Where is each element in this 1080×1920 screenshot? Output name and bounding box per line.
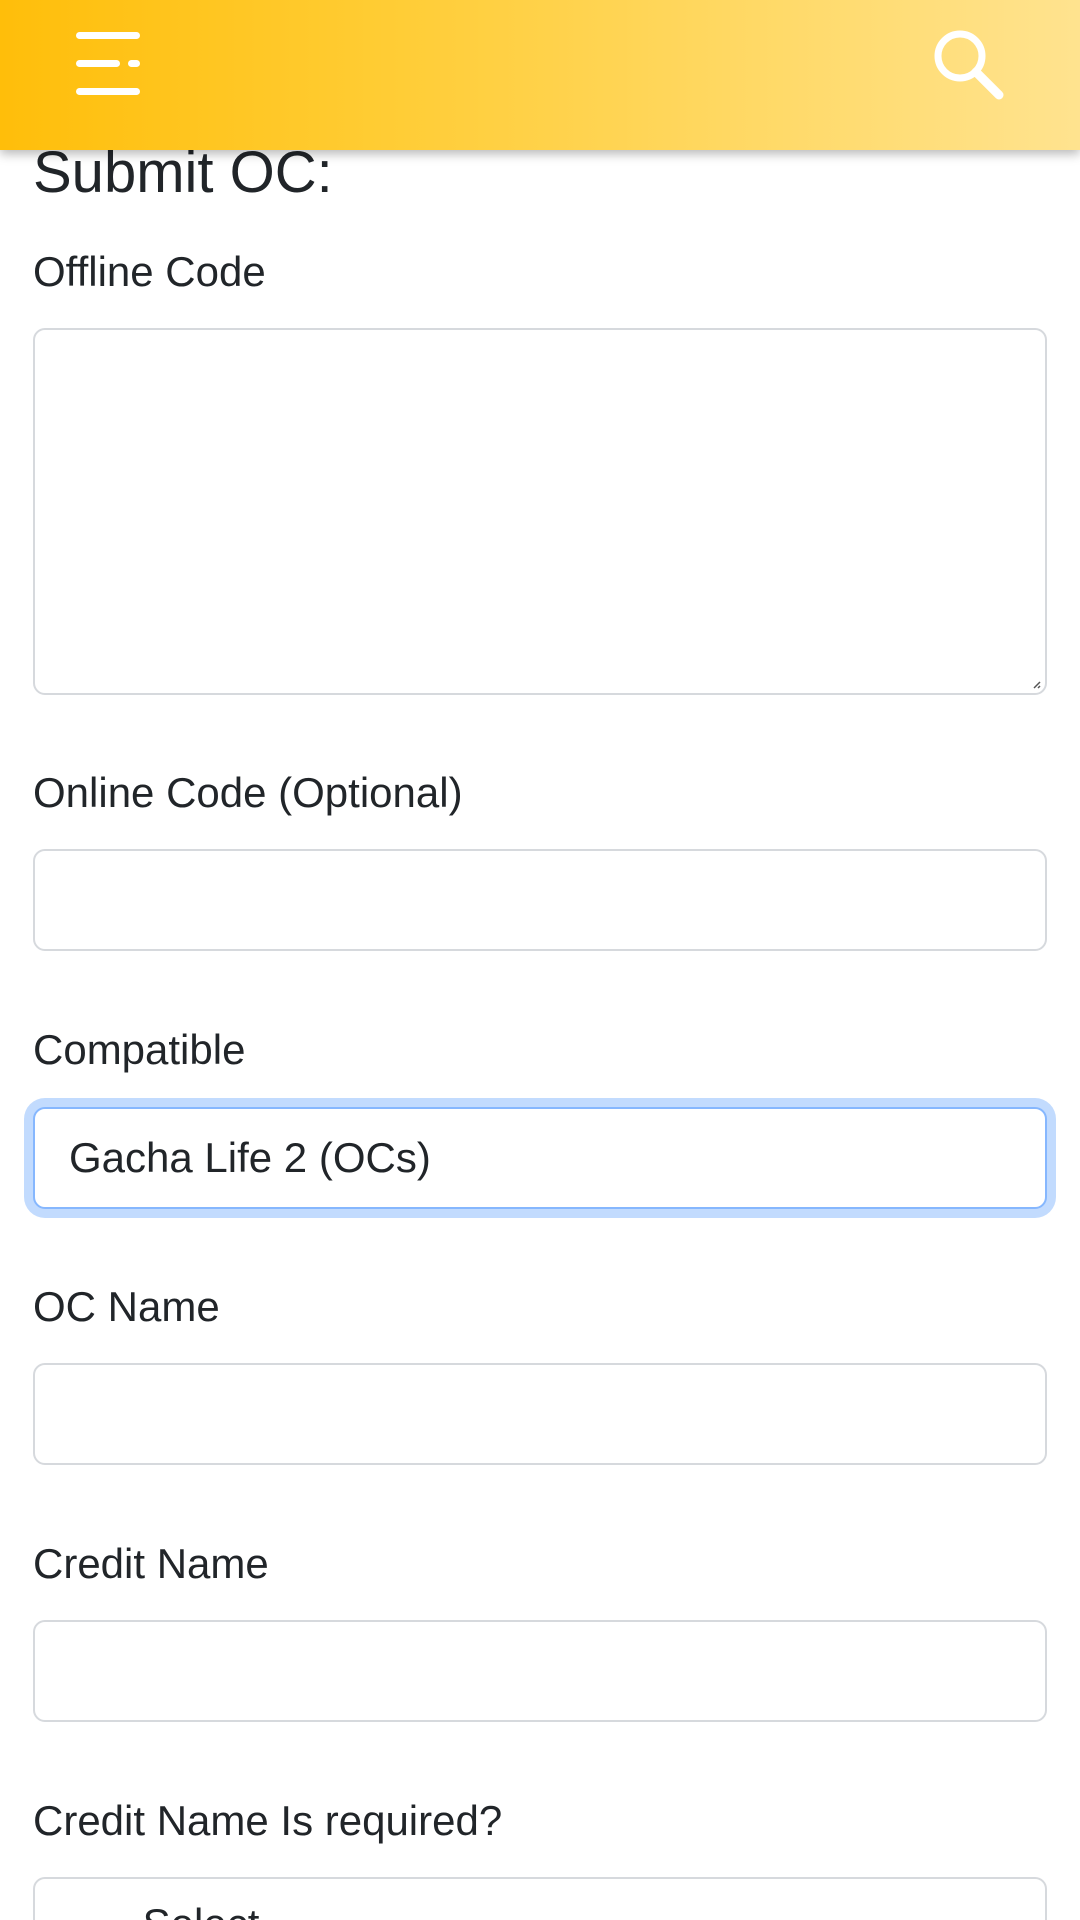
online-code-input[interactable]: [33, 849, 1047, 951]
credit-name-label: Credit Name: [33, 1540, 269, 1587]
credit-name-input[interactable]: [33, 1620, 1047, 1722]
credit-required-label: Credit Name Is required?: [33, 1797, 503, 1844]
online-code-label: Online Code (Optional): [33, 769, 463, 816]
page: Submit OC: Offline Code Online Code (Opt…: [0, 0, 1080, 1920]
compatible-label: Compatible: [33, 1026, 246, 1073]
credit-required-select[interactable]: -- Select --: [33, 1877, 1047, 1920]
top-app-bar: [0, 0, 1080, 150]
oc-name-label: OC Name: [33, 1283, 220, 1330]
oc-name-input[interactable]: [33, 1363, 1047, 1465]
menu-icon: [76, 32, 140, 95]
offline-code-label: Offline Code: [33, 248, 266, 295]
offline-code-textarea[interactable]: [33, 328, 1047, 695]
credit-required-selected-value: -- Select --: [103, 1899, 299, 1920]
resize-handle-icon[interactable]: [1031, 679, 1041, 689]
submit-oc-form: Submit OC: Offline Code Online Code (Opt…: [0, 0, 1080, 1920]
compatible-select[interactable]: Gacha Life 2 (OCs): [33, 1107, 1047, 1209]
compatible-selected-value: Gacha Life 2 (OCs): [69, 1134, 431, 1181]
menu-button[interactable]: [70, 28, 150, 104]
search-button[interactable]: [928, 24, 1008, 104]
search-icon: [934, 30, 1004, 100]
